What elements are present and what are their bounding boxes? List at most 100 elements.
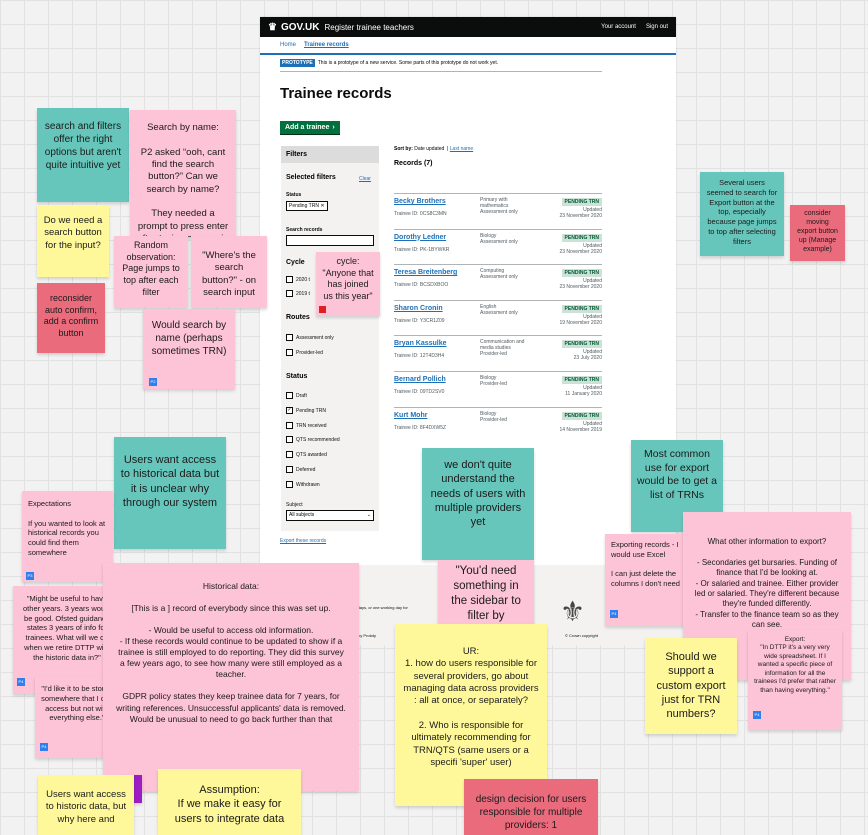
add-trainee-button[interactable]: Add a trainee › — [280, 121, 340, 134]
sticky-note[interactable]: "Where's the search button?" - on search… — [191, 236, 267, 308]
route-assessment-only[interactable]: Assessment only — [286, 334, 334, 341]
checkbox[interactable] — [286, 481, 293, 488]
sticky-note[interactable]: Export: "In DTTP it's a very very wide s… — [748, 630, 842, 730]
marker-icon — [319, 306, 326, 313]
updated-date: Updated 23 November 2020 — [559, 242, 602, 255]
checkbox[interactable] — [286, 290, 293, 297]
checkbox[interactable] — [286, 334, 293, 341]
subject-select[interactable]: All subjects ⌄ — [286, 510, 374, 521]
checkbox[interactable] — [286, 276, 293, 283]
status-qts-awarded[interactable]: QTS awarded — [286, 451, 327, 458]
footer-text: ng days, or one working day for — [352, 605, 408, 610]
status-withdrawn[interactable]: Withdrawn — [286, 481, 320, 488]
sticky-note[interactable]: Several users seemed to search for Expor… — [700, 172, 784, 256]
trainee-subject: Communication and media studies Provider… — [480, 339, 525, 358]
trainee-name-link[interactable]: Dorothy Ledner — [394, 234, 446, 241]
sticky-note[interactable]: Do we need a search button for the input… — [37, 205, 109, 277]
sticky-note[interactable]: we don't quite understand the needs of u… — [422, 448, 534, 560]
export-records-link[interactable]: Export these records — [280, 538, 326, 544]
status-badge: PENDING TRN — [561, 411, 602, 420]
crest-icon: ⚜ — [560, 596, 586, 627]
sticky-note[interactable]: Expectations If you wanted to look at hi… — [22, 491, 113, 582]
participant-tag: P3 — [26, 572, 34, 580]
gov-header: ♛ GOV.UK Register trainee teachers Your … — [260, 17, 676, 37]
phase-text: This is a prototype of a new service. So… — [317, 60, 499, 66]
trainee-id: Trainee ID: BCSDXBOO — [394, 282, 449, 289]
crown-icon: ♛ — [268, 21, 277, 33]
cycle-option-label: 2019 t — [296, 290, 310, 297]
sticky-note[interactable]: Search by name: P2 asked “ooh, cant find… — [130, 110, 236, 237]
clear-filters-link[interactable]: Clear — [359, 176, 371, 182]
search-input[interactable] — [286, 235, 374, 246]
updated-date: Updated 23 November 2020 — [559, 278, 602, 291]
selected-filters-heading: Selected filters — [286, 174, 336, 181]
sticky-note[interactable]: consider moving export button up (Manage… — [790, 205, 845, 261]
primary-nav: Home Trainee records — [260, 37, 676, 55]
sticky-note[interactable]: Users want access to historical data but… — [114, 437, 226, 549]
status-badge: PENDING TRN — [561, 233, 602, 242]
crown-copyright[interactable]: © Crown copyright — [565, 633, 598, 638]
cycle-option-label: 2020 t — [296, 276, 310, 283]
trainee-id: Trainee ID: PK-1BYWKR — [394, 246, 450, 253]
filters-title: Filters — [281, 146, 379, 163]
checkbox[interactable] — [286, 392, 293, 399]
sort-last-name-link[interactable]: Last name — [450, 146, 473, 152]
your-account-link[interactable]: Your account — [601, 24, 636, 30]
status-deferred[interactable]: Deferred — [286, 466, 315, 473]
sign-out-link[interactable]: Sign out — [646, 24, 668, 30]
sticky-note[interactable]: search and filters offer the right optio… — [37, 108, 129, 202]
status-badge: PENDING TRN — [561, 269, 602, 278]
nav-trainee-records[interactable]: Trainee records — [304, 42, 349, 48]
status-badge: PENDING TRN — [561, 376, 602, 384]
checkbox[interactable] — [286, 422, 293, 429]
sticky-note[interactable]: Should we support a custom export just f… — [645, 638, 737, 734]
trainee-name-link[interactable]: Bryan Kassulke — [394, 340, 447, 347]
checkbox[interactable] — [286, 436, 293, 443]
status-draft[interactable]: Draft — [286, 392, 307, 399]
trainee-subject: Computing Assessment only — [480, 268, 518, 281]
sticky-note[interactable]: reconsider auto confirm, add a confirm b… — [37, 283, 105, 353]
sort-by: Sort by: Date updated | Last name — [394, 146, 474, 152]
service-name[interactable]: Register trainee teachers — [325, 23, 414, 32]
trainee-name-link[interactable]: Teresa Breitenberg — [394, 269, 457, 276]
sort-current: Date updated — [414, 146, 445, 152]
nav-home[interactable]: Home — [280, 42, 296, 48]
subject-label: Subject — [286, 502, 303, 508]
cycle-option-2019[interactable]: 2019 t — [286, 290, 310, 297]
sticky-note[interactable]: Historical data: [This is a ] record of … — [103, 563, 359, 791]
pending-trn-chip[interactable]: Pending TRN ✕ — [286, 201, 328, 211]
trainee-name-link[interactable]: Becky Brothers — [394, 198, 446, 205]
trainee-id: Trainee ID: 12T4D3H4 — [394, 353, 445, 360]
trainee-name-link[interactable]: Sharon Cronin — [394, 305, 443, 312]
checkbox-checked[interactable]: ✓ — [286, 407, 293, 414]
govuk-logo[interactable]: GOV.UK — [281, 22, 320, 33]
sticky-note[interactable]: Random observation: Page jumps to top af… — [114, 236, 188, 308]
sticky-note[interactable]: design decision for users responsible fo… — [464, 779, 598, 835]
sticky-note[interactable]: Would search by name (perhaps sometimes … — [143, 309, 235, 389]
trainee-subject: Biology Provider-led — [480, 375, 507, 387]
sticky-note[interactable]: Assumption: If we make it easy for users… — [158, 769, 301, 835]
sort-label: Sort by: — [394, 146, 413, 152]
route-label: Assessment only — [296, 334, 334, 341]
status-label: Withdrawn — [296, 481, 320, 488]
chevron-right-icon: › — [332, 124, 335, 131]
trainee-id: Trainee ID: Y3CR1Z09 — [394, 317, 445, 324]
route-label: Provider-led — [296, 349, 323, 356]
route-provider-led[interactable]: Provider-led — [286, 349, 323, 356]
status-heading: Status — [286, 373, 308, 380]
participant-tag: P2 — [149, 378, 157, 386]
status-pending-trn[interactable]: ✓ Pending TRN — [286, 407, 326, 414]
status-trn-received[interactable]: TRN received — [286, 422, 327, 429]
cycle-option-2020[interactable]: 2020 t — [286, 276, 310, 283]
participant-tag: P4 — [610, 610, 618, 618]
table-row: Bryan Kassulke Trainee ID: 12T4D3H4 Commun… — [394, 335, 602, 371]
trainee-name-link[interactable]: Bernard Pollich — [394, 376, 446, 383]
trainee-name-link[interactable]: Kurt Mohr — [394, 412, 427, 419]
checkbox[interactable] — [286, 451, 293, 458]
status-label: QTS awarded — [296, 451, 327, 458]
status-qts-recommended[interactable]: QTS recommended — [286, 436, 340, 443]
checkbox[interactable] — [286, 466, 293, 473]
sticky-note[interactable]: Users want access to historic data, but … — [38, 775, 134, 835]
checkbox[interactable] — [286, 349, 293, 356]
records-count: Records (7) — [394, 160, 433, 167]
